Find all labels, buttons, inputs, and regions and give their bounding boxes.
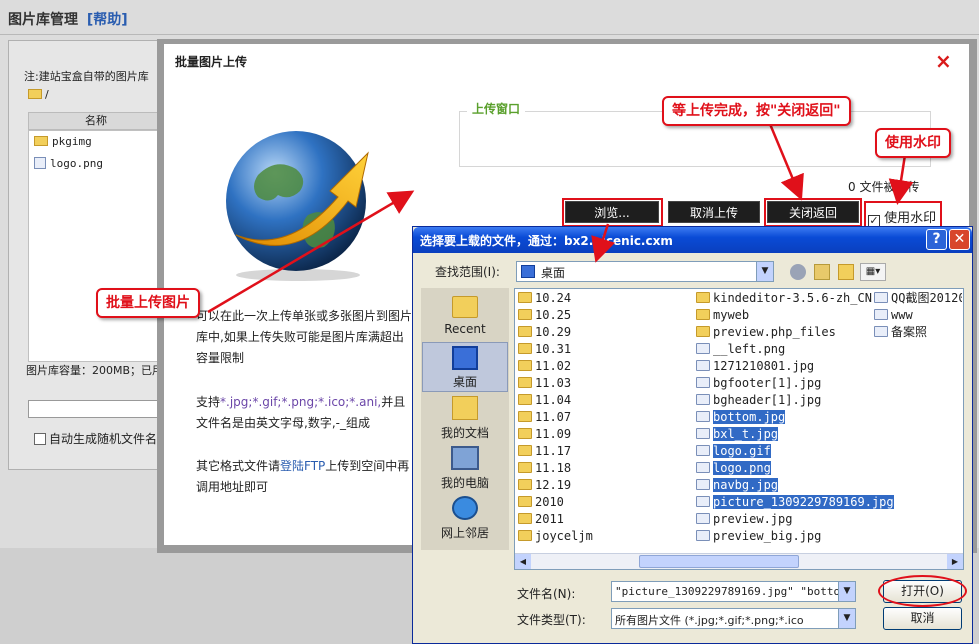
callout-wait-close: 等上传完成，按"关闭返回" bbox=[662, 96, 851, 126]
arrow-to-close-return bbox=[768, 123, 804, 201]
callout-batch-upload: 批量上传图片 bbox=[96, 288, 200, 318]
arrow-to-watermark bbox=[888, 154, 914, 205]
callout-use-watermark: 使用水印 bbox=[875, 128, 951, 158]
arrow-to-file-picker bbox=[591, 223, 616, 263]
arrow-to-upload-area bbox=[207, 190, 415, 314]
